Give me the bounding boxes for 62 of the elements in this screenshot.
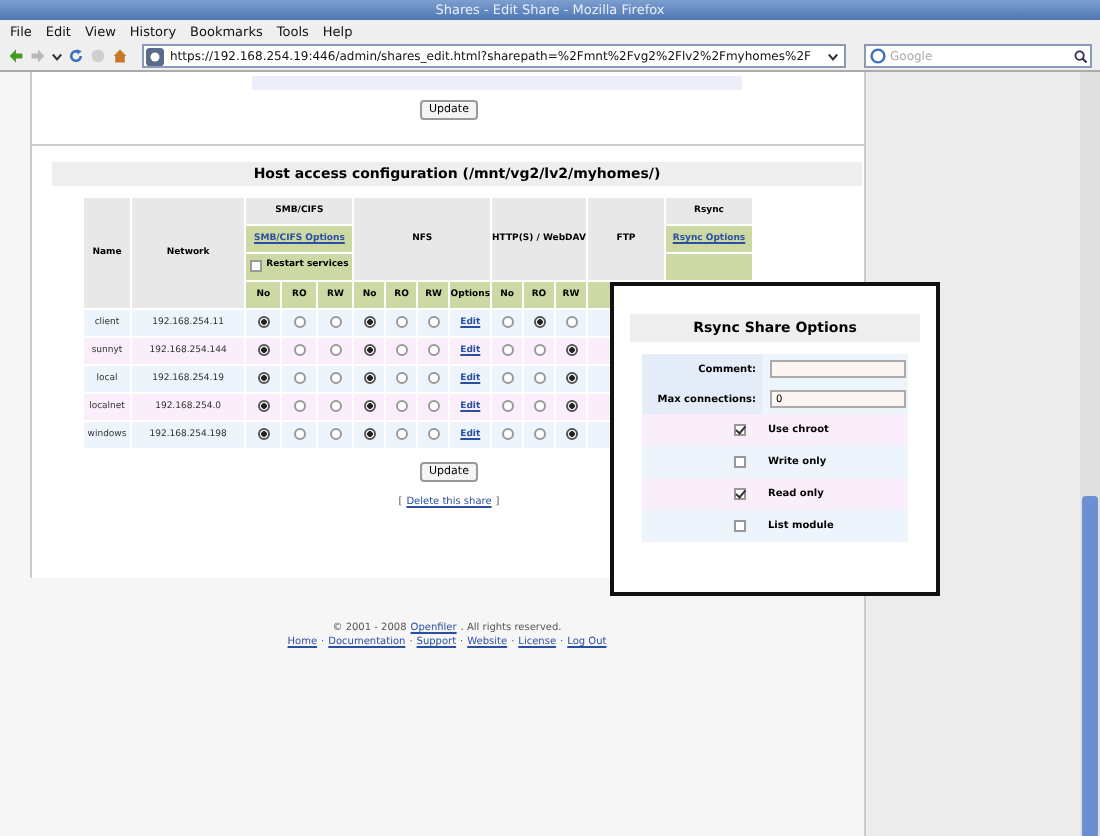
forward-icon[interactable] <box>30 48 46 64</box>
checkbox[interactable] <box>734 424 746 436</box>
home-icon[interactable] <box>112 48 128 64</box>
radio-button[interactable] <box>363 372 376 385</box>
checkbox[interactable] <box>734 520 746 532</box>
radio-button[interactable] <box>329 428 342 441</box>
radio-button[interactable] <box>293 316 306 329</box>
reload-icon[interactable] <box>68 48 84 64</box>
radio-button[interactable] <box>329 400 342 413</box>
radio-button[interactable] <box>565 400 577 413</box>
radio-button[interactable] <box>565 344 577 357</box>
search-icon[interactable] <box>1074 49 1088 63</box>
input-field[interactable] <box>770 360 906 378</box>
radio-button[interactable] <box>329 344 342 357</box>
scrollbar[interactable] <box>1080 72 1100 836</box>
caret-icon[interactable] <box>52 51 62 61</box>
radio-button[interactable] <box>501 344 513 357</box>
radio-button[interactable] <box>427 400 440 413</box>
site-icon <box>146 47 164 65</box>
back-icon[interactable] <box>8 48 24 64</box>
radio-button[interactable] <box>501 428 513 441</box>
radio-button[interactable] <box>501 316 513 329</box>
radio-button[interactable] <box>293 372 306 385</box>
radio-button[interactable] <box>565 316 577 329</box>
radio-button[interactable] <box>395 372 408 385</box>
checkbox[interactable] <box>734 456 746 468</box>
radio-button[interactable] <box>533 400 545 413</box>
radio-button[interactable] <box>533 428 545 441</box>
scroll-thumb[interactable] <box>1082 496 1098 836</box>
radio-button[interactable] <box>427 372 440 385</box>
radio-button[interactable] <box>257 316 270 329</box>
radio-button[interactable] <box>363 428 376 441</box>
radio-button[interactable] <box>293 428 306 441</box>
radio-button[interactable] <box>395 344 408 357</box>
radio-button[interactable] <box>501 400 513 413</box>
radio-button[interactable] <box>395 428 408 441</box>
radio-button[interactable] <box>329 372 342 385</box>
radio-button[interactable] <box>293 344 306 357</box>
radio-button[interactable] <box>363 400 376 413</box>
radio-button[interactable] <box>533 372 545 385</box>
radio-button[interactable] <box>257 372 270 385</box>
radio-button[interactable] <box>427 344 440 357</box>
radio-button[interactable] <box>363 316 376 329</box>
radio-button[interactable] <box>427 428 440 441</box>
radio-button[interactable] <box>501 372 513 385</box>
radio-button[interactable] <box>395 316 408 329</box>
radio-button[interactable] <box>257 428 270 441</box>
radio-button[interactable] <box>329 316 342 329</box>
radio-button[interactable] <box>395 400 408 413</box>
radio-button[interactable] <box>293 400 306 413</box>
caret-icon[interactable] <box>828 51 838 61</box>
checkbox[interactable] <box>250 259 263 271</box>
radio-button[interactable] <box>427 316 440 329</box>
radio-button[interactable] <box>533 344 545 357</box>
radio-button[interactable] <box>257 344 270 357</box>
radio-button[interactable] <box>565 372 577 385</box>
checkbox[interactable] <box>734 488 746 500</box>
radio-button[interactable] <box>533 316 545 329</box>
radio-button[interactable] <box>257 400 270 413</box>
radio-button[interactable] <box>565 428 577 441</box>
search-engine-icon[interactable] <box>870 48 886 64</box>
radio-button[interactable] <box>363 344 376 357</box>
